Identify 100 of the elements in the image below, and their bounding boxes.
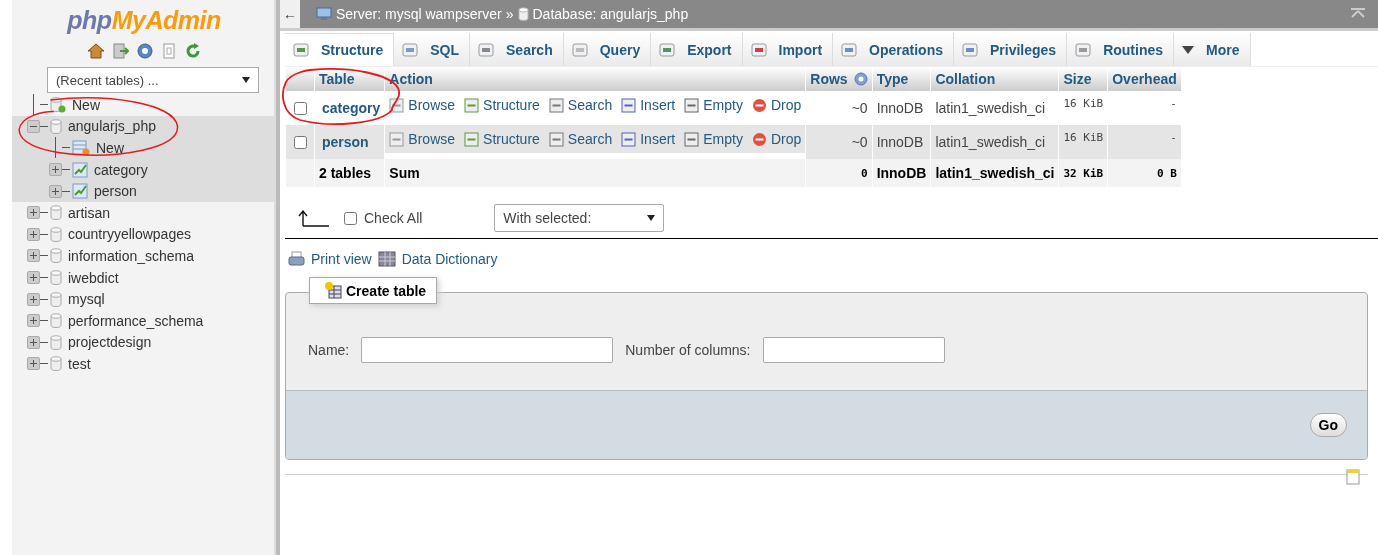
tab[interactable]: Query — [563, 33, 652, 66]
database-link[interactable]: Database: angularjs_php — [532, 6, 689, 22]
expander-icon[interactable] — [27, 292, 40, 306]
tree-item[interactable]: angularjs_php — [68, 118, 156, 135]
action-link[interactable]: Insert — [621, 131, 676, 147]
table-link[interactable]: category — [319, 100, 381, 116]
tree-item[interactable]: category — [94, 161, 148, 178]
server-icon — [316, 7, 332, 21]
expander-icon[interactable] — [27, 314, 40, 328]
check-all-label[interactable]: Check All — [364, 210, 423, 226]
column-header[interactable]: Overhead — [1108, 67, 1181, 91]
collapse-sidebar-button[interactable]: ← — [280, 0, 300, 28]
tree-item[interactable]: artisan — [68, 204, 111, 221]
action-icon — [751, 131, 767, 147]
data-dictionary-link[interactable]: Data Dictionary — [401, 251, 498, 267]
expander-icon[interactable] — [27, 335, 40, 349]
expander-icon[interactable] — [27, 249, 40, 263]
tab[interactable]: Operations — [833, 33, 954, 66]
arrow-up-icon — [298, 209, 330, 227]
action-link[interactable]: Empty — [684, 97, 743, 113]
expander-icon[interactable] — [27, 119, 40, 133]
database-icon — [50, 313, 62, 329]
tree-item[interactable]: New — [72, 96, 100, 113]
breadcrumb-separator: » — [505, 6, 514, 22]
expander-icon[interactable] — [27, 206, 40, 220]
column-header[interactable]: Collation — [931, 67, 1059, 91]
tree-item[interactable]: test — [68, 355, 91, 372]
column-header[interactable]: Type — [872, 67, 931, 91]
expander-icon[interactable] — [27, 227, 40, 241]
table-cell: - — [1108, 125, 1181, 159]
table-cell: 0 B — [1108, 159, 1181, 187]
tree-item[interactable]: iwebdict — [68, 269, 119, 286]
tab-icon — [841, 41, 858, 58]
action-link[interactable]: Insert — [621, 97, 676, 113]
new-database-icon — [50, 96, 66, 113]
expander-icon[interactable] — [27, 357, 40, 371]
print-view-link[interactable]: Print view — [311, 251, 372, 267]
action-icon — [548, 131, 564, 147]
action-link[interactable]: Search — [548, 97, 613, 113]
database-icon — [50, 270, 62, 286]
new-table-icon — [72, 140, 90, 156]
action-icon — [621, 131, 637, 147]
database-icon — [50, 334, 62, 350]
action-icon — [684, 131, 700, 147]
table-icon — [72, 161, 88, 178]
column-header[interactable]: Size — [1059, 67, 1108, 91]
tab[interactable]: Privileges — [954, 33, 1068, 66]
tree-item[interactable]: projectdesign — [68, 334, 152, 351]
tab-icon — [293, 42, 309, 58]
row-checkbox[interactable] — [294, 135, 307, 149]
name-field[interactable] — [361, 336, 614, 363]
action-link[interactable]: Browse — [389, 131, 456, 147]
action-link[interactable]: Browse — [389, 97, 456, 113]
table-icon — [72, 183, 88, 200]
expander-icon[interactable] — [27, 271, 40, 285]
tab[interactable]: Export — [651, 33, 743, 66]
help-icon[interactable] — [137, 43, 153, 59]
help-icon[interactable] — [853, 72, 868, 86]
action-link[interactable]: Structure — [464, 97, 540, 113]
tab[interactable]: More — [1174, 33, 1251, 66]
tree-item[interactable]: New — [96, 140, 124, 156]
database-icon — [50, 356, 62, 372]
database-icon — [50, 291, 62, 307]
tab-icon — [478, 41, 494, 58]
action-link[interactable]: Search — [548, 131, 613, 147]
action-link[interactable]: Drop — [751, 97, 802, 113]
tree-item[interactable]: person — [94, 183, 137, 200]
row-checkbox[interactable] — [294, 101, 307, 115]
with-selected-dropdown[interactable]: With selected: — [494, 204, 665, 232]
column-header[interactable]: Table — [315, 67, 385, 91]
action-link[interactable]: Drop — [751, 131, 802, 147]
expander-icon[interactable] — [49, 163, 62, 177]
action-icon — [548, 97, 564, 113]
action-icon — [751, 97, 767, 113]
tab[interactable]: Search — [470, 33, 564, 66]
check-all-checkbox[interactable] — [344, 211, 357, 225]
go-button[interactable]: Go — [1309, 413, 1347, 437]
columns-field[interactable] — [762, 336, 945, 363]
tree-item[interactable]: countryyellowpages — [68, 226, 191, 243]
tab[interactable]: Structure — [285, 33, 395, 66]
exit-icon[interactable] — [113, 43, 129, 59]
table-cell: ~0 — [806, 125, 872, 159]
table-cell: latin1_swedish_ci — [931, 125, 1059, 159]
recent-tables-dropdown[interactable]: (Recent tables) ... — [47, 67, 259, 93]
tab[interactable]: SQL — [394, 33, 470, 66]
server-link[interactable]: Server: mysql wampserver — [336, 6, 502, 22]
tree-item[interactable]: performance_schema — [68, 312, 204, 329]
tree-item[interactable]: information_schema — [68, 247, 195, 264]
tab[interactable]: Import — [742, 33, 834, 66]
action-link[interactable]: Empty — [684, 131, 743, 147]
action-link[interactable]: Structure — [464, 131, 540, 147]
logo[interactable]: phpMyAdmin — [67, 6, 221, 35]
column-header[interactable]: Rows — [806, 67, 872, 91]
expander-icon[interactable] — [49, 184, 62, 198]
reload-icon[interactable] — [185, 43, 201, 59]
tree-item[interactable]: mysql — [68, 291, 105, 308]
printer-icon — [288, 251, 305, 267]
action-icon — [464, 97, 480, 113]
home-icon[interactable] — [87, 43, 105, 59]
tab[interactable]: Routines — [1067, 33, 1175, 66]
